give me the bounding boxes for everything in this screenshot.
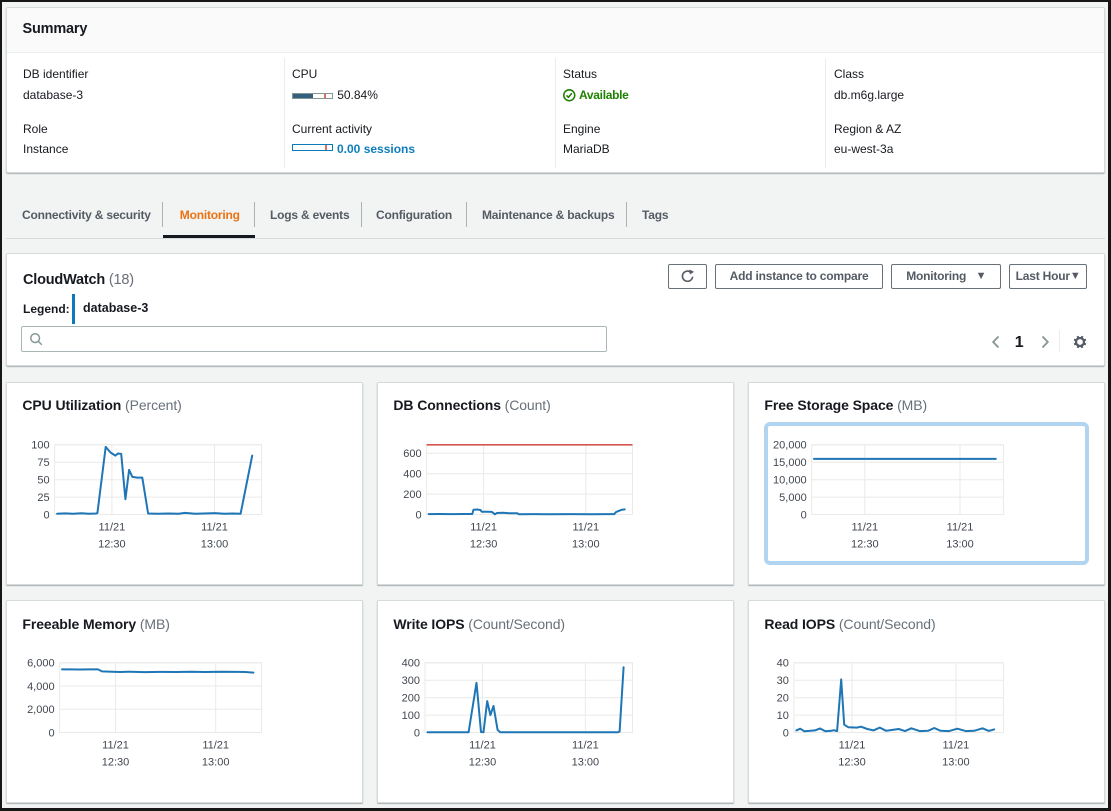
- svg-text:11/21: 11/21: [469, 740, 496, 752]
- svg-text:11/21: 11/21: [838, 740, 865, 752]
- svg-text:25: 25: [37, 492, 49, 504]
- svg-text:12:30: 12:30: [468, 757, 496, 769]
- svg-text:13:00: 13:00: [942, 757, 970, 769]
- svg-text:30: 30: [776, 675, 788, 687]
- svg-text:100: 100: [401, 710, 419, 722]
- svg-text:50: 50: [37, 474, 49, 486]
- svg-text:10: 10: [776, 710, 788, 722]
- svg-text:6,000: 6,000: [27, 658, 55, 670]
- svg-text:13:00: 13:00: [946, 538, 974, 550]
- svg-text:13:00: 13:00: [200, 538, 228, 550]
- svg-text:100: 100: [31, 439, 49, 451]
- svg-text:11/21: 11/21: [202, 740, 229, 752]
- svg-text:20,000: 20,000: [773, 439, 807, 451]
- svg-text:0: 0: [800, 509, 806, 521]
- svg-text:12:30: 12:30: [469, 538, 497, 550]
- svg-text:20: 20: [776, 693, 788, 705]
- svg-text:15,000: 15,000: [773, 457, 807, 469]
- svg-text:0: 0: [48, 728, 54, 740]
- svg-text:11/21: 11/21: [572, 740, 599, 752]
- svg-text:12:30: 12:30: [98, 538, 126, 550]
- svg-text:200: 200: [403, 489, 421, 501]
- svg-text:400: 400: [403, 468, 421, 480]
- svg-text:200: 200: [401, 693, 419, 705]
- svg-text:11/21: 11/21: [201, 521, 228, 533]
- svg-text:2,000: 2,000: [27, 704, 55, 716]
- svg-text:300: 300: [401, 675, 419, 687]
- svg-text:11/21: 11/21: [470, 521, 497, 533]
- svg-text:4,000: 4,000: [27, 681, 55, 693]
- svg-text:0: 0: [43, 509, 49, 521]
- svg-text:0: 0: [413, 728, 419, 740]
- svg-text:0: 0: [782, 728, 788, 740]
- svg-text:12:30: 12:30: [851, 538, 879, 550]
- svg-text:400: 400: [401, 658, 419, 670]
- svg-text:11/21: 11/21: [851, 521, 878, 533]
- svg-text:600: 600: [403, 448, 421, 460]
- svg-text:12:30: 12:30: [101, 757, 129, 769]
- svg-text:11/21: 11/21: [946, 521, 973, 533]
- svg-text:13:00: 13:00: [201, 757, 229, 769]
- svg-text:11/21: 11/21: [102, 740, 129, 752]
- svg-text:12:30: 12:30: [838, 757, 866, 769]
- svg-text:13:00: 13:00: [571, 757, 599, 769]
- svg-text:11/21: 11/21: [942, 740, 969, 752]
- svg-text:5,000: 5,000: [779, 492, 807, 504]
- svg-text:75: 75: [37, 457, 49, 469]
- svg-text:40: 40: [776, 658, 788, 670]
- svg-text:0: 0: [415, 509, 421, 521]
- svg-text:10,000: 10,000: [773, 474, 807, 486]
- svg-text:11/21: 11/21: [98, 521, 125, 533]
- svg-text:11/21: 11/21: [572, 521, 599, 533]
- svg-text:13:00: 13:00: [572, 538, 600, 550]
